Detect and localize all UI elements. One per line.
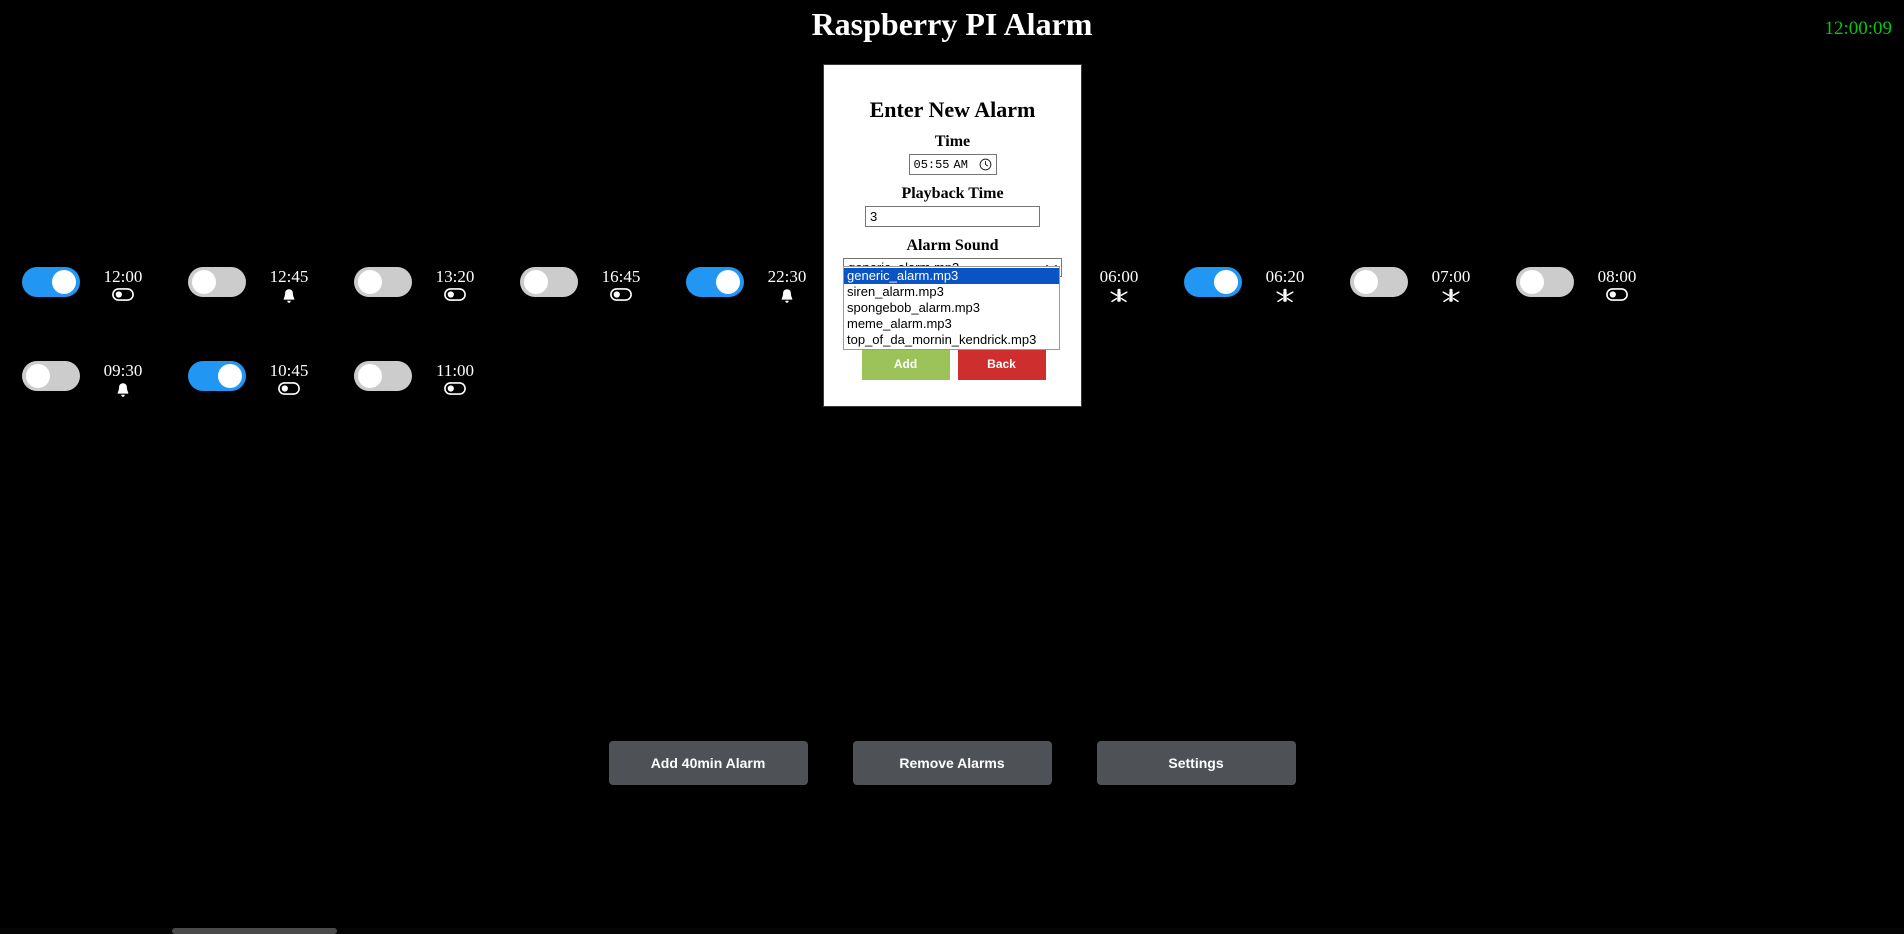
bell-icon bbox=[112, 382, 134, 399]
alarm-time-text: 06:20 bbox=[1265, 267, 1305, 286]
toggle-icon bbox=[610, 288, 632, 305]
toggle-knob bbox=[716, 270, 740, 294]
page-title: Raspberry PI Alarm bbox=[811, 6, 1093, 42]
alarm-label: 09:30 bbox=[80, 361, 166, 399]
alarm-toggle-1200[interactable] bbox=[22, 267, 80, 297]
alarm-sound-option[interactable]: siren_alarm.mp3 bbox=[844, 284, 1059, 300]
confirm-add-alarm-button[interactable]: Add bbox=[861, 347, 950, 380]
time-input-meridiem: AM bbox=[953, 157, 968, 172]
alarm-label: 10:45 bbox=[246, 361, 332, 399]
toggle-knob bbox=[1520, 270, 1544, 294]
settings-button[interactable]: Settings bbox=[1096, 741, 1296, 785]
alarm-time-text: 12:45 bbox=[269, 267, 309, 286]
alarm-time-text: 13:20 bbox=[435, 267, 475, 286]
alarm-toggle-1245[interactable] bbox=[188, 267, 246, 297]
alarm-label: 06:00 bbox=[1076, 267, 1162, 305]
playback-time-input[interactable] bbox=[865, 206, 1040, 227]
add-40min-alarm-button[interactable]: Add 40min Alarm bbox=[608, 741, 808, 785]
clock-icon[interactable] bbox=[979, 158, 992, 171]
alarm-label: 12:00 bbox=[80, 267, 166, 305]
new-alarm-modal: Enter New Alarm Time 05:55 AM Playback T… bbox=[823, 64, 1082, 407]
alarm-sound-option[interactable]: meme_alarm.mp3 bbox=[844, 316, 1059, 332]
alarm-cell: 11:00 bbox=[332, 349, 498, 399]
time-input[interactable]: 05:55 AM bbox=[908, 154, 997, 175]
bell-icon bbox=[776, 288, 798, 305]
toggle-icon bbox=[444, 288, 466, 305]
alarm-cell: 16:45 bbox=[498, 255, 664, 305]
alarm-cell: 06:20 bbox=[1162, 255, 1328, 305]
alarm-time-text: 12:00 bbox=[103, 267, 143, 286]
app-root: Raspberry PI Alarm 12:00:09 12:00 12:45 13… bbox=[0, 0, 1904, 934]
horizontal-scrollbar[interactable] bbox=[0, 928, 1904, 934]
alarm-label: 06:20 bbox=[1242, 267, 1328, 305]
alarm-time-text: 07:00 bbox=[1431, 267, 1471, 286]
alarm-label: 08:00 bbox=[1574, 267, 1660, 305]
alarm-sound-field-label: Alarm Sound bbox=[906, 237, 999, 254]
sunrise-icon bbox=[1274, 288, 1296, 305]
alarm-time-text: 10:45 bbox=[269, 361, 309, 380]
alarm-cell: 13:20 bbox=[332, 255, 498, 305]
alarm-label: 13:20 bbox=[412, 267, 498, 305]
bottom-button-bar: Add 40min Alarm Remove Alarms Settings bbox=[0, 741, 1904, 785]
alarm-cell: 07:00 bbox=[1328, 255, 1494, 305]
alarm-toggle-2230[interactable] bbox=[686, 267, 744, 297]
alarm-time-text: 22:30 bbox=[767, 267, 807, 286]
time-input-value: 05:55 bbox=[913, 157, 950, 172]
alarm-toggle-1045[interactable] bbox=[188, 361, 246, 391]
alarm-toggle-1645[interactable] bbox=[520, 267, 578, 297]
alarm-label: 11:00 bbox=[412, 361, 498, 399]
alarm-cell: 12:45 bbox=[166, 255, 332, 305]
sunrise-icon bbox=[1440, 288, 1462, 305]
bell-icon bbox=[278, 288, 300, 305]
current-time-clock: 12:00:09 bbox=[1824, 18, 1892, 39]
modal-title: Enter New Alarm bbox=[869, 97, 1036, 122]
toggle-knob bbox=[1354, 270, 1378, 294]
toggle-icon bbox=[1606, 288, 1628, 305]
alarm-cell: 09:30 bbox=[0, 349, 166, 399]
alarm-label: 22:30 bbox=[744, 267, 830, 305]
alarm-sound-option[interactable]: spongebob_alarm.mp3 bbox=[844, 300, 1059, 316]
alarm-sound-option[interactable]: generic_alarm.mp3 bbox=[844, 268, 1059, 284]
toggle-knob bbox=[26, 364, 50, 388]
toggle-knob bbox=[1214, 270, 1238, 294]
cancel-back-button[interactable]: Back bbox=[957, 347, 1046, 380]
alarm-toggle-1320[interactable] bbox=[354, 267, 412, 297]
alarm-sound-option[interactable]: top_of_da_mornin_kendrick.mp3 bbox=[844, 332, 1059, 348]
toggle-knob bbox=[192, 270, 216, 294]
alarm-time-text: 06:00 bbox=[1099, 267, 1139, 286]
time-field-label: Time bbox=[934, 133, 971, 150]
alarm-toggle-0800[interactable] bbox=[1516, 267, 1574, 297]
alarm-label: 16:45 bbox=[578, 267, 664, 305]
alarm-toggle-0930[interactable] bbox=[22, 361, 80, 391]
alarm-toggle-0620[interactable] bbox=[1184, 267, 1242, 297]
alarm-toggle-0700[interactable] bbox=[1350, 267, 1408, 297]
alarm-cell: 22:30 bbox=[664, 255, 830, 305]
toggle-knob bbox=[358, 270, 382, 294]
scrollbar-thumb[interactable] bbox=[172, 928, 337, 934]
alarm-time-text: 16:45 bbox=[601, 267, 641, 286]
alarm-time-text: 08:00 bbox=[1597, 267, 1637, 286]
alarm-label: 12:45 bbox=[246, 267, 332, 305]
remove-alarms-button[interactable]: Remove Alarms bbox=[852, 741, 1052, 785]
toggle-icon bbox=[444, 382, 466, 399]
modal-actions: Add Back bbox=[824, 347, 1083, 380]
toggle-icon bbox=[278, 382, 300, 399]
toggle-knob bbox=[358, 364, 382, 388]
sunrise-icon bbox=[1108, 288, 1130, 305]
toggle-knob bbox=[52, 270, 76, 294]
playback-field-label: Playback Time bbox=[901, 185, 1004, 202]
alarm-time-text: 09:30 bbox=[103, 361, 143, 380]
alarm-time-text: 11:00 bbox=[435, 361, 475, 380]
toggle-icon bbox=[112, 288, 134, 305]
alarm-cell: 08:00 bbox=[1494, 255, 1660, 305]
alarm-toggle-1100[interactable] bbox=[354, 361, 412, 391]
alarm-sound-dropdown-list[interactable]: generic_alarm.mp3 siren_alarm.mp3 spongebo… bbox=[843, 266, 1060, 350]
toggle-knob bbox=[524, 270, 548, 294]
alarm-cell: 12:00 bbox=[0, 255, 166, 305]
time-input-wrap: 05:55 AM bbox=[824, 154, 1081, 175]
alarm-cell: 10:45 bbox=[166, 349, 332, 399]
toggle-knob bbox=[218, 364, 242, 388]
alarm-label: 07:00 bbox=[1408, 267, 1494, 305]
